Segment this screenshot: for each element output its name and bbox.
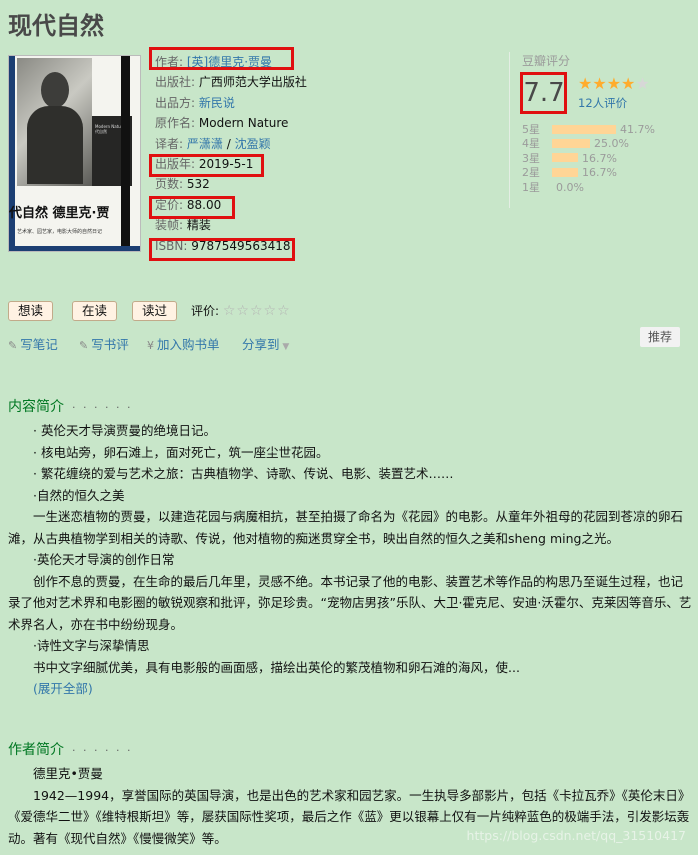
cover-title-text: 代自然 德里克·贾 — [9, 206, 110, 221]
rating-label: 豆瓣评分 — [522, 54, 571, 68]
rating-bar-row: 3星 16.7% — [522, 152, 655, 166]
add-cart-label: 加入购书单 — [157, 337, 220, 352]
cover-spine — [121, 56, 130, 251]
intro-subheading-2: ·英伦天才导演的创作日常 — [33, 552, 175, 567]
reading-button[interactable]: 在读 — [72, 301, 118, 321]
highlight-box-isbn — [149, 238, 295, 261]
original-title-value: Modern Nature — [198, 116, 289, 131]
rating-bar — [552, 138, 590, 148]
expand-all-link[interactable]: (展开全部) — [33, 681, 93, 696]
intro-paragraph-2: 创作不息的贾曼，在生命的最后几年里，灵感不绝。本书记录了他的电影、装置艺术等作品… — [8, 573, 692, 632]
info-rating-divider — [509, 52, 510, 208]
rating-bar — [552, 153, 578, 163]
recommend-button[interactable]: 推荐 — [640, 327, 681, 347]
rating-bar-percent: 41.7% — [620, 123, 655, 136]
translator-label: 译者: — [155, 136, 184, 151]
binding-value: 精装 — [186, 218, 211, 233]
info-translator-row: 译者: 严潇潇 / 沈盈颖 — [155, 134, 335, 154]
intro-paragraph-1: 一生迷恋植物的贾曼，以建造花园与病魔相抗，甚至拍摄了命名为《花园》的电影。从童年… — [8, 509, 684, 546]
intro-paragraph-3: 书中文字细腻优美，具有电影般的画面感，描绘出英伦的繁茂植物和卵石滩的海风，使..… — [33, 659, 520, 675]
rating-score: 7.7 — [523, 78, 565, 108]
pencil-icon: ✎ — [8, 339, 18, 352]
rating-bar-label: 2星 — [522, 166, 540, 180]
share-label: 分享到 — [242, 337, 280, 352]
translator-link-2[interactable]: 沈盈颖 — [235, 137, 271, 151]
intro-heading: 内容简介 · · · · · · — [8, 396, 132, 416]
pencil-icon: ✎ — [79, 339, 89, 352]
write-review-link[interactable]: ✎ 写书评 — [79, 334, 129, 353]
info-original-title-row: 原作名: Modern Nature — [155, 113, 335, 133]
write-note-link[interactable]: ✎ 写笔记 — [8, 334, 58, 353]
rating-bar — [552, 167, 578, 177]
publisher-label: 出版社: — [155, 75, 196, 90]
want-to-read-button[interactable]: 想读 — [8, 301, 54, 321]
cover-subtitle-text: 艺术家、园艺家，电影大师的自然日记 — [17, 229, 103, 235]
highlight-box-pubdate — [149, 154, 264, 177]
highlight-box-author — [149, 47, 294, 70]
rating-bar — [552, 124, 616, 134]
evaluate-area: 评价: ☆☆☆☆☆ — [191, 302, 291, 319]
rating-bar-label: 5星 — [522, 123, 540, 136]
intro-line-1: · 英伦天才导演贾曼的绝境日记。 — [33, 423, 216, 438]
share-dropdown[interactable]: 分享到 ▼ — [242, 334, 289, 353]
rating-stars-on: ★★★★ — [578, 74, 636, 93]
portrait-head — [41, 72, 69, 108]
info-producer-row: 出品方: 新民说 — [155, 93, 335, 113]
write-review-label: 写书评 — [91, 337, 129, 352]
evaluate-label: 评价: — [191, 304, 220, 318]
intro-line-2: · 核电站旁，卵石滩上，面对死亡，筑一座尘世花园。 — [33, 444, 329, 460]
yen-icon: ¥ — [147, 339, 154, 352]
rating-bar-percent: 25.0% — [594, 137, 629, 151]
info-pages-row: 页数: 532 — [155, 174, 335, 194]
producer-label: 出品方: — [155, 95, 196, 110]
pages-label: 页数: — [155, 177, 184, 192]
rating-bar-label: 1星 — [522, 180, 540, 194]
cover-portrait-photo — [17, 58, 92, 186]
info-publisher-row: 出版社: 广西师范大学出版社 — [155, 72, 335, 92]
add-cart-link[interactable]: ¥ 加入购书单 — [147, 334, 220, 353]
portrait-torso — [27, 106, 83, 184]
highlight-box-price — [149, 196, 235, 219]
translator-link-1[interactable]: 严潇潇 — [187, 137, 223, 151]
binding-label: 装帧: — [155, 218, 184, 233]
author-intro-heading-text: 作者简介 — [8, 742, 64, 758]
book-cover-image[interactable]: Modern Nature 现代自然 代自然 德里克·贾 艺术家、园艺家，电影大… — [8, 55, 141, 252]
rating-bar-percent: 16.7% — [582, 166, 617, 180]
rating-bar-percent: 16.7% — [582, 151, 617, 165]
rating-bar-label: 4星 — [522, 137, 540, 151]
caret-down-icon: ▼ — [279, 342, 290, 352]
intro-heading-dots: · · · · · · — [72, 401, 133, 414]
rating-bar-row: 1星 0.0% — [522, 181, 655, 195]
watermark-url: https://blog.csdn.net/qq_31510417 — [466, 828, 686, 843]
producer-link[interactable]: 新民说 — [199, 96, 235, 110]
author-intro-heading: 作者简介 · · · · · · — [8, 739, 132, 759]
rating-bar-row: 4星 25.0% — [522, 137, 655, 151]
cover-band-left — [9, 56, 15, 251]
rating-stars-icon: ★★★★★ — [578, 74, 650, 93]
book-title: 现代自然 — [8, 12, 104, 40]
write-note-label: 写笔记 — [20, 337, 58, 352]
author-intro-heading-dots: · · · · · · — [72, 744, 133, 757]
rating-bar-row: 2星 16.7% — [522, 166, 655, 180]
rating-bar-percent: 0.0% — [556, 180, 584, 194]
intro-content: · 英伦天才导演贾曼的绝境日记。 · 核电站旁，卵石滩上，面对死亡，筑一座尘世花… — [8, 420, 692, 700]
pages-value: 532 — [186, 177, 210, 192]
intro-subheading-3: ·诗性文字与深挚情思 — [33, 638, 150, 653]
rating-count-link[interactable]: 12人评价 — [578, 95, 627, 111]
translator-separator: / — [222, 136, 235, 151]
rating-bar-row: 5星 41.7% — [522, 123, 655, 137]
intro-heading-text: 内容简介 — [8, 399, 64, 415]
evaluate-stars-icon[interactable]: ☆☆☆☆☆ — [223, 303, 291, 319]
have-read-button[interactable]: 读过 — [132, 301, 178, 321]
intro-line-3: · 繁花缠绕的爱与艺术之旅：古典植物学、诗歌、传说、电影、装置艺术…… — [33, 466, 454, 481]
cover-band-bottom — [9, 246, 140, 251]
publisher-value: 广西师范大学出版社 — [198, 75, 307, 90]
intro-line-4: ·自然的恒久之美 — [33, 487, 125, 503]
author-name: 德里克•贾曼 — [33, 766, 103, 781]
rating-bar-label: 3星 — [522, 151, 540, 165]
rating-stars-off: ★ — [635, 74, 650, 93]
original-title-label: 原作名: — [155, 116, 196, 131]
rating-distribution: 5星 41.7% 4星 25.0% 3星 16.7% 2星 16.7% 1星 0.0% — [522, 123, 655, 195]
